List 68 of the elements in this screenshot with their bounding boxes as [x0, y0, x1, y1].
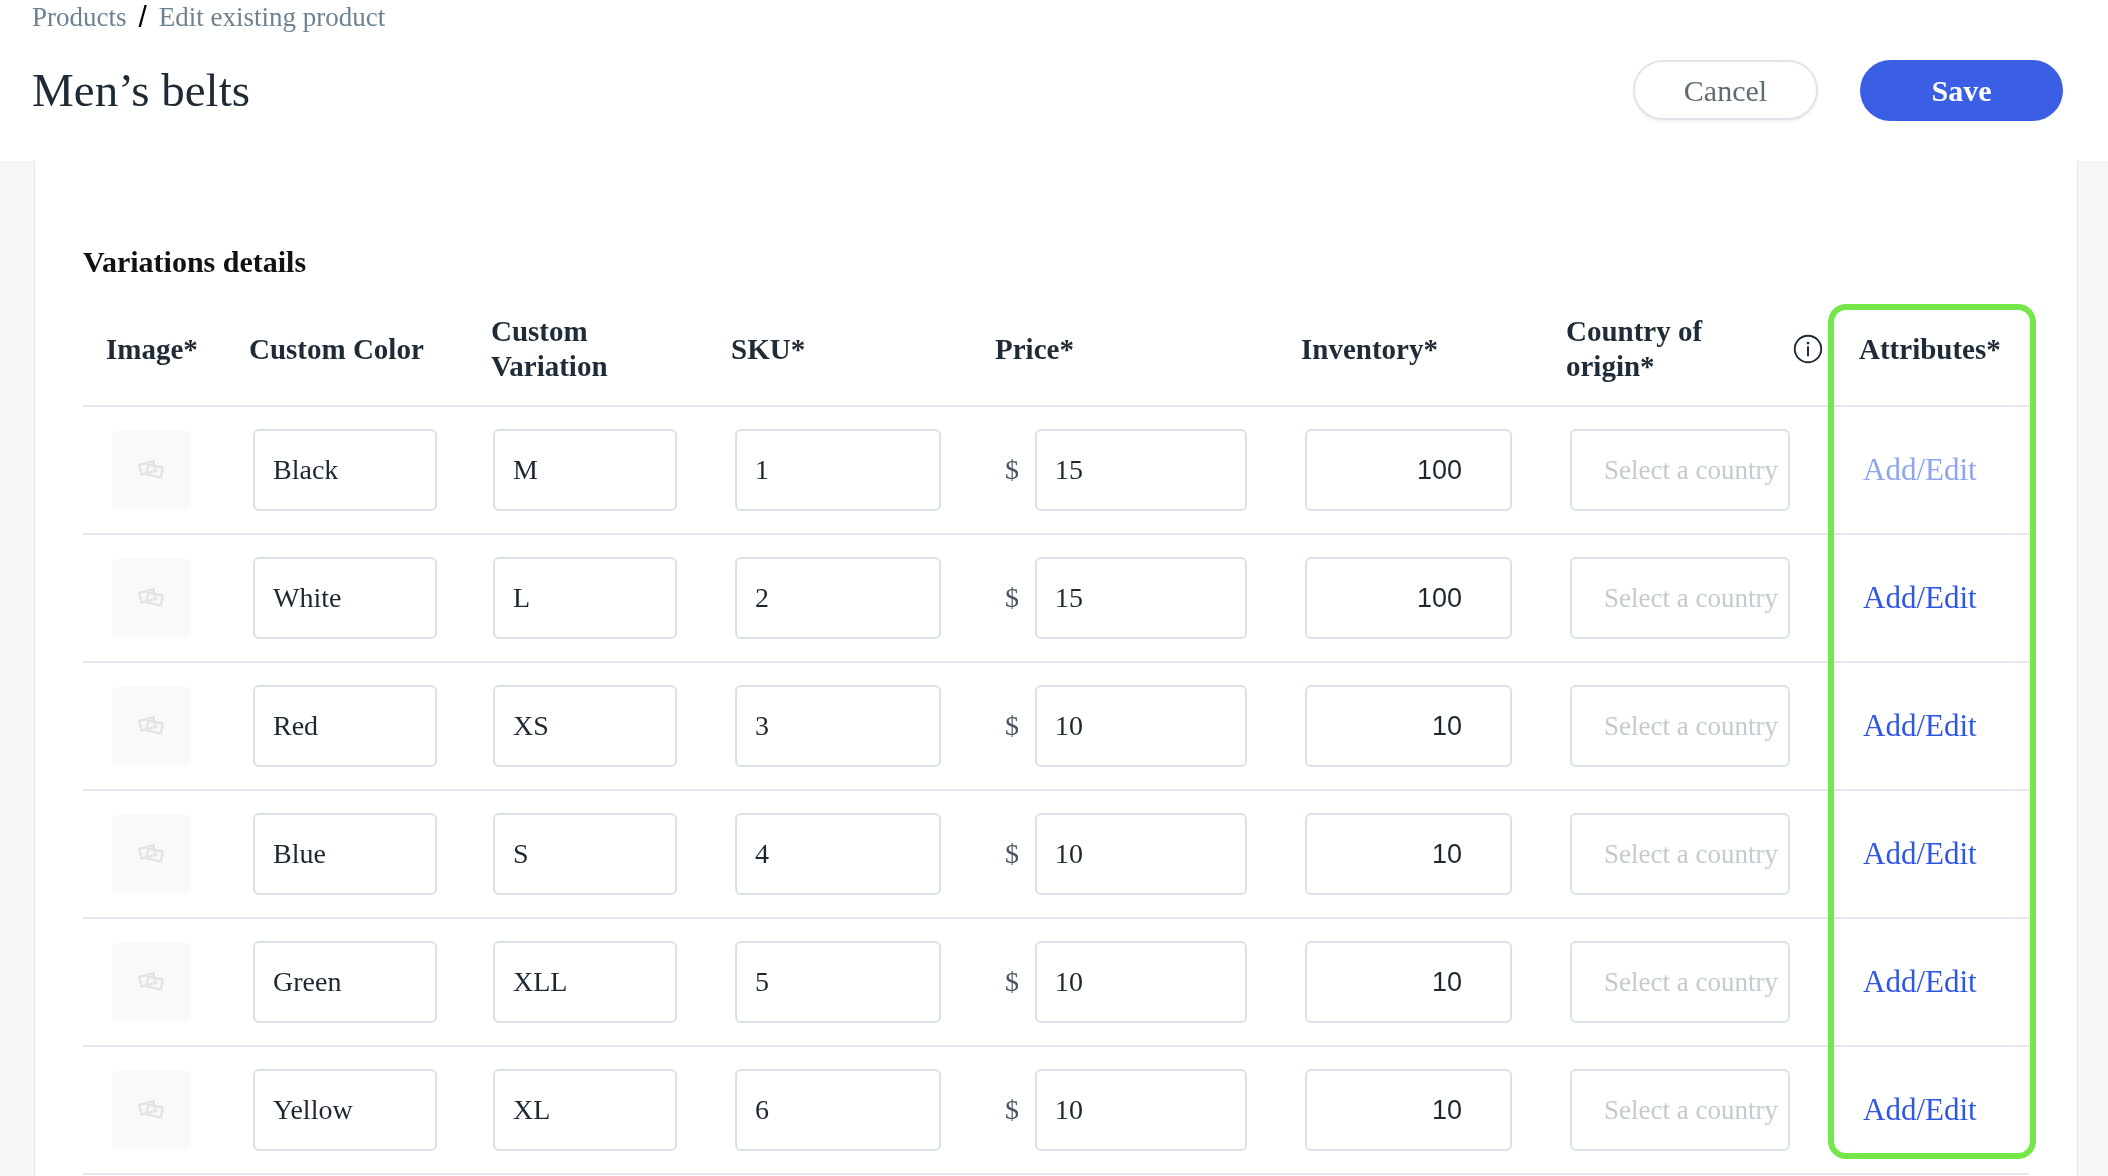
color-field[interactable]: Yellow: [253, 1069, 437, 1151]
price-field[interactable]: 15: [1035, 557, 1247, 639]
price-field[interactable]: 10: [1035, 1069, 1247, 1151]
image-placeholder[interactable]: [112, 431, 190, 509]
image-placeholder[interactable]: [112, 559, 190, 637]
image-placeholder[interactable]: [112, 1071, 190, 1149]
inventory-field[interactable]: 100: [1305, 429, 1512, 511]
variation-field[interactable]: XLL: [493, 941, 677, 1023]
currency-symbol: $: [1005, 837, 1019, 871]
column-header: Inventory*: [1301, 331, 1438, 367]
country-select[interactable]: Select a country: [1570, 1069, 1790, 1151]
image-placeholder[interactable]: [112, 687, 190, 765]
inventory-field[interactable]: 10: [1305, 941, 1512, 1023]
currency-symbol: $: [1005, 709, 1019, 743]
country-select[interactable]: Select a country: [1570, 557, 1790, 639]
column-header: SKU*: [731, 331, 806, 367]
breadcrumb-separator: /: [138, 0, 147, 34]
sku-field[interactable]: 2: [735, 557, 941, 639]
add-edit-link[interactable]: Add/Edit: [1863, 702, 1977, 750]
color-field[interactable]: Blue: [253, 813, 437, 895]
currency-symbol: $: [1005, 453, 1019, 487]
variation-field[interactable]: L: [493, 557, 677, 639]
add-edit-link[interactable]: Add/Edit: [1863, 574, 1977, 622]
page-title: Men’s belts: [32, 63, 251, 118]
country-select[interactable]: Select a country: [1570, 429, 1790, 511]
sku-field[interactable]: 3: [735, 685, 941, 767]
country-select[interactable]: Select a country: [1570, 685, 1790, 767]
breadcrumb-link[interactable]: Products: [32, 0, 127, 34]
inventory-field[interactable]: 10: [1305, 685, 1512, 767]
currency-symbol: $: [1005, 1093, 1019, 1127]
country-select[interactable]: Select a country: [1570, 813, 1790, 895]
variation-field[interactable]: S: [493, 813, 677, 895]
column-header: Country of origin*: [1566, 314, 1704, 384]
image-placeholder[interactable]: [112, 815, 190, 893]
add-edit-link[interactable]: Add/Edit: [1863, 1086, 1977, 1134]
price-field[interactable]: 10: [1035, 813, 1247, 895]
variation-field[interactable]: XS: [493, 685, 677, 767]
color-field[interactable]: Black: [253, 429, 437, 511]
color-field[interactable]: Green: [253, 941, 437, 1023]
variation-field[interactable]: XL: [493, 1069, 677, 1151]
price-field[interactable]: 10: [1035, 685, 1247, 767]
add-edit-link[interactable]: Add/Edit: [1863, 830, 1977, 878]
section-title: Variations details: [83, 245, 307, 279]
currency-symbol: $: [1005, 965, 1019, 999]
sku-field[interactable]: 4: [735, 813, 941, 895]
inventory-field[interactable]: 100: [1305, 557, 1512, 639]
column-header: Custom Color: [249, 331, 424, 367]
column-header: Image*: [106, 331, 198, 367]
column-header: Attributes*: [1859, 331, 2001, 367]
price-field[interactable]: 15: [1035, 429, 1247, 511]
country-select[interactable]: Select a country: [1570, 941, 1790, 1023]
cancel-button[interactable]: Cancel: [1633, 60, 1818, 120]
column-header: Price*: [995, 331, 1074, 367]
variation-field[interactable]: M: [493, 429, 677, 511]
sku-field[interactable]: 1: [735, 429, 941, 511]
currency-symbol: $: [1005, 581, 1019, 615]
sku-field[interactable]: 6: [735, 1069, 941, 1151]
add-edit-link[interactable]: Add/Edit: [1863, 958, 1977, 1006]
save-button[interactable]: Save: [1860, 60, 2063, 121]
price-field[interactable]: 10: [1035, 941, 1247, 1023]
sku-field[interactable]: 5: [735, 941, 941, 1023]
image-placeholder[interactable]: [112, 943, 190, 1021]
color-field[interactable]: White: [253, 557, 437, 639]
color-field[interactable]: Red: [253, 685, 437, 767]
column-header: Custom Variation: [491, 314, 609, 384]
inventory-field[interactable]: 10: [1305, 813, 1512, 895]
breadcrumb-current: Edit existing product: [158, 1, 386, 34]
inventory-field[interactable]: 10: [1305, 1069, 1512, 1151]
